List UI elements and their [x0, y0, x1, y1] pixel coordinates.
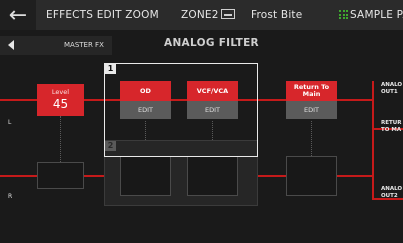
return-line2: TO MA — [381, 127, 402, 133]
right-channel-label: R — [8, 193, 13, 200]
level-label: Level — [51, 88, 70, 96]
analog-out1-label: ANALO OUT1 — [381, 82, 402, 96]
vcf-vca-effect-block[interactable]: VCF/VCA EDIT — [187, 81, 238, 119]
return-link-line — [311, 121, 313, 156]
level-slot-r[interactable] — [37, 162, 84, 189]
top-bar: ← EFFECTS EDIT ZOOM ZONE2 Frost Bite SAM… — [0, 0, 403, 30]
analog-out2-label: ANALO OUT2 — [381, 186, 402, 200]
left-channel-label: L — [8, 119, 12, 126]
effects-edit-zoom-screen: ← EFFECTS EDIT ZOOM ZONE2 Frost Bite SAM… — [0, 0, 403, 243]
sample-pad-label[interactable]: SAMPLE PA — [350, 9, 403, 21]
return-to-main-out-label: RETUR TO MA — [381, 120, 401, 134]
left-signal-line — [0, 99, 37, 101]
return-slot-r[interactable] — [286, 156, 337, 196]
page-title: ANALOG FILTER — [164, 37, 259, 49]
left-signal-line — [337, 99, 372, 101]
back-arrow-icon: ← — [8, 2, 28, 28]
od-effect-block[interactable]: OD EDIT — [120, 81, 171, 119]
return-to-main-block[interactable]: Return To Main EDIT — [286, 81, 337, 119]
pad-grid-icon — [339, 10, 348, 19]
screen-mode-title: EFFECTS EDIT ZOOM — [46, 9, 159, 21]
vcf-vca-effect-label: VCF/VCA — [187, 81, 238, 101]
return-to-main-label: Return To Main — [286, 81, 337, 101]
output-bus-line — [372, 81, 374, 198]
level-value: 45 — [52, 97, 69, 111]
level-knob-block[interactable]: Level 45 — [37, 84, 84, 116]
back-button[interactable]: ← — [0, 0, 36, 30]
vcf-vca-edit-button[interactable]: EDIT — [187, 101, 238, 119]
out1-line2: OUT1 — [381, 89, 398, 95]
od-effect-label: OD — [120, 81, 171, 101]
fx-slot-empty[interactable] — [120, 156, 171, 196]
level-link-line — [60, 116, 62, 162]
out2-line1: ANALO — [381, 186, 403, 192]
out2-line2: OUT2 — [381, 193, 398, 199]
patch-name: Frost Bite — [251, 9, 303, 21]
zone-keyboard-icon — [221, 9, 235, 19]
group-number: 1 — [105, 64, 116, 74]
out1-line1: ANALO — [381, 82, 403, 88]
zone-label: ZONE2 — [181, 9, 219, 21]
od-edit-button[interactable]: EDIT — [120, 101, 171, 119]
return-edit-button[interactable]: EDIT — [286, 101, 337, 119]
return-line1: RETUR — [381, 120, 402, 126]
fx-slot-empty[interactable] — [187, 156, 238, 196]
